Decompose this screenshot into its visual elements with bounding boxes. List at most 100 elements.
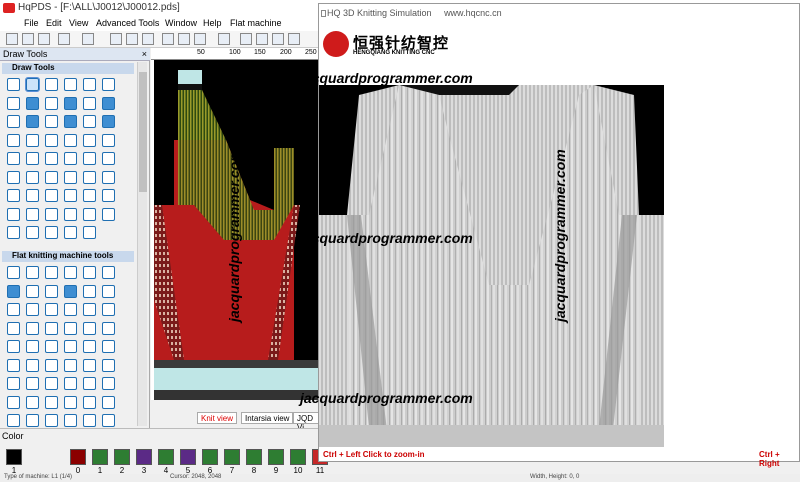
knit-9-icon[interactable] <box>45 284 58 298</box>
knit-47-icon[interactable] <box>83 395 96 409</box>
knit-52-icon[interactable] <box>64 414 77 427</box>
knit-35-icon[interactable] <box>83 358 96 372</box>
fill-icon[interactable] <box>45 152 58 165</box>
knit-2-icon[interactable] <box>26 266 39 279</box>
tab-knit-view[interactable]: Knit view <box>197 412 238 424</box>
knit-15-icon[interactable] <box>45 303 58 316</box>
scrollbar-thumb[interactable] <box>139 72 147 192</box>
eraser-icon[interactable] <box>26 207 39 221</box>
tag-icon[interactable] <box>26 226 39 239</box>
knit-51-icon[interactable] <box>45 414 58 427</box>
rect-icon[interactable] <box>7 96 20 110</box>
stamp-icon[interactable] <box>7 207 20 221</box>
new-file-icon[interactable] <box>6 33 18 45</box>
palette-icon[interactable] <box>256 33 268 45</box>
color-swatch[interactable] <box>268 449 284 465</box>
rotate-icon[interactable] <box>64 189 77 202</box>
knit-34-icon[interactable] <box>64 358 77 372</box>
cut-icon[interactable] <box>110 33 122 45</box>
panel-scrollbar[interactable] <box>137 62 147 426</box>
color-swatch[interactable] <box>136 449 152 465</box>
color-swatch[interactable] <box>202 449 218 465</box>
rounded-rect-icon[interactable] <box>45 96 58 110</box>
knit-3-icon[interactable] <box>45 266 58 279</box>
color-swatch[interactable] <box>70 449 86 465</box>
color-swatch[interactable] <box>180 449 196 465</box>
diamond-icon[interactable] <box>7 115 20 128</box>
grid-fine-icon[interactable] <box>272 33 284 45</box>
mirror-icon[interactable] <box>218 33 230 45</box>
octagon-icon[interactable] <box>83 115 96 128</box>
grid-tool-icon[interactable] <box>7 152 20 165</box>
knit-22-icon[interactable] <box>64 321 77 335</box>
knit-53-icon[interactable] <box>83 414 96 427</box>
snowflake-icon[interactable] <box>240 33 252 45</box>
filled-octagon-icon[interactable] <box>102 115 115 128</box>
knit-23-icon[interactable] <box>83 321 96 335</box>
knit-45-icon[interactable] <box>45 395 58 409</box>
knit-37-icon[interactable] <box>7 377 20 390</box>
color-swatch[interactable] <box>158 449 174 465</box>
tab-jqd-view[interactable]: JQD Vi <box>293 412 321 432</box>
filled-hexagon-icon[interactable] <box>64 115 77 128</box>
ruler-icon[interactable] <box>178 33 190 45</box>
transform-icon[interactable] <box>7 170 20 184</box>
color-swatch[interactable] <box>6 449 22 465</box>
curve-icon[interactable] <box>102 78 115 91</box>
shape-icon[interactable] <box>64 207 77 221</box>
tools-icon[interactable] <box>288 33 300 45</box>
list-icon[interactable] <box>64 226 77 239</box>
pattern-icon[interactable] <box>45 133 58 147</box>
knit-32-icon[interactable] <box>26 358 39 372</box>
split-icon[interactable] <box>83 189 96 202</box>
knit-28-icon[interactable] <box>64 340 77 353</box>
align-right-icon[interactable] <box>64 170 77 184</box>
knit-44-icon[interactable] <box>26 395 39 409</box>
step-line-icon[interactable] <box>64 78 77 91</box>
knit-18-icon[interactable] <box>102 303 115 316</box>
knit-14-icon[interactable] <box>26 303 39 316</box>
knit-1-icon[interactable] <box>7 266 20 279</box>
bars-icon[interactable] <box>83 170 96 184</box>
flip-h-icon[interactable] <box>26 189 39 202</box>
hexagon-icon[interactable] <box>45 115 58 128</box>
merge-icon[interactable] <box>102 189 115 202</box>
copy-tool-icon[interactable] <box>26 170 39 184</box>
menu-help[interactable]: Help <box>203 18 222 28</box>
knit-11-icon[interactable] <box>83 284 96 298</box>
knit-16-icon[interactable] <box>64 303 77 316</box>
knit-33-icon[interactable] <box>45 358 58 372</box>
dots-icon[interactable] <box>64 133 77 147</box>
knit-36-icon[interactable] <box>102 358 115 372</box>
knit-27-icon[interactable] <box>45 340 58 353</box>
fill-alt-icon[interactable] <box>64 152 77 165</box>
knit-43-icon[interactable] <box>7 395 20 409</box>
color-swatch[interactable] <box>92 449 108 465</box>
menu-advanced-tools[interactable]: Advanced Tools <box>96 18 159 28</box>
zoom-icon[interactable] <box>194 33 206 45</box>
knit-13-icon[interactable] <box>7 303 20 316</box>
knit-40-icon[interactable] <box>64 377 77 390</box>
knit-17-icon[interactable] <box>83 303 96 316</box>
filled-ellipse-icon[interactable] <box>102 96 115 110</box>
save-icon[interactable] <box>38 33 50 45</box>
knit-26-icon[interactable] <box>26 340 39 353</box>
circle-icon[interactable] <box>83 226 96 239</box>
hand-icon[interactable] <box>7 78 20 91</box>
knit-38-icon[interactable] <box>26 377 39 390</box>
knit-29-icon[interactable] <box>83 340 96 353</box>
text-icon[interactable] <box>26 133 39 147</box>
redo-icon[interactable] <box>82 33 94 45</box>
section-draw-tools[interactable]: Draw Tools <box>2 63 134 74</box>
tab-intarsia-view[interactable]: Intarsia view <box>241 412 294 424</box>
knit-7-icon[interactable] <box>7 284 20 298</box>
spray-icon[interactable] <box>102 133 115 147</box>
knit-25-icon[interactable] <box>7 340 20 353</box>
menu-file[interactable]: File <box>24 18 39 28</box>
menu-view[interactable]: View <box>69 18 88 28</box>
paste-icon[interactable] <box>142 33 154 45</box>
fill-all-icon[interactable] <box>102 152 115 165</box>
undo-icon[interactable] <box>58 33 70 45</box>
ellipse-icon[interactable] <box>83 96 96 110</box>
flip-v-icon[interactable] <box>45 189 58 202</box>
